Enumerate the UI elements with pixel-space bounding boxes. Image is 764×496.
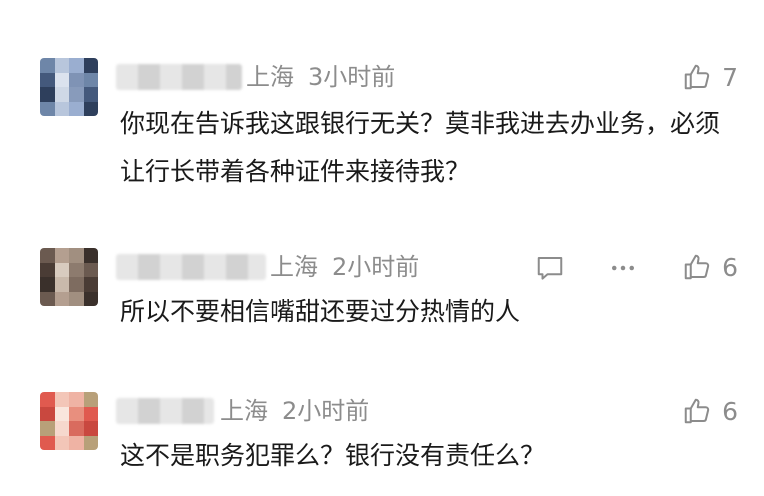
avatar-pixel: [83, 406, 98, 422]
comment-meta: 上海 2小时前: [220, 396, 369, 426]
avatar-pixel: [40, 435, 55, 450]
avatar-pixel: [69, 435, 84, 450]
like-count: 6: [722, 396, 738, 426]
avatar-pixel: [69, 421, 84, 436]
avatar-pixel: [54, 406, 70, 422]
avatar-pixel: [40, 392, 55, 407]
avatar-pixel: [40, 406, 55, 422]
thumbs-up-icon: [684, 398, 710, 424]
avatar-pixel: [54, 435, 70, 450]
comment-item: 上海 2小时前 6 这不是职务犯罪么？银行没有责任么？: [0, 0, 764, 496]
avatar-pixel: [54, 421, 70, 436]
avatar-pixel: [83, 392, 98, 407]
like-button[interactable]: 6: [682, 396, 738, 426]
comment-text: 这不是职务犯罪么？银行没有责任么？: [120, 441, 546, 470]
avatar-pixel: [69, 406, 84, 422]
avatar-pixel: [83, 435, 98, 450]
username-blurred[interactable]: [116, 398, 214, 424]
avatar-pixel: [54, 392, 70, 407]
avatar-pixel: [40, 421, 55, 436]
avatar-pixel: [69, 392, 84, 407]
timestamp: 2小时前: [282, 397, 370, 425]
location: 上海: [220, 397, 268, 425]
avatar[interactable]: [40, 392, 98, 450]
avatar-pixel: [83, 421, 98, 436]
